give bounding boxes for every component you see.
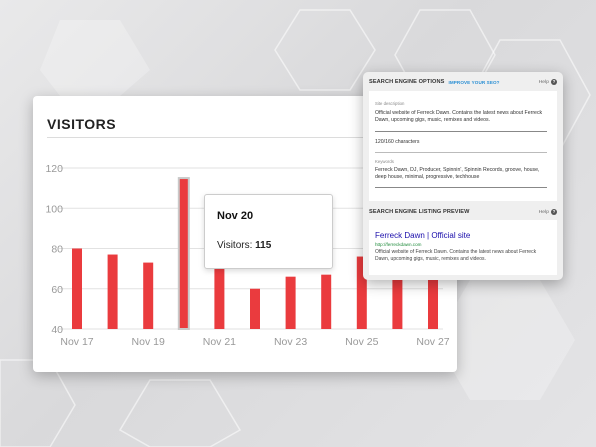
seo-panel: SEARCH ENGINE OPTIONS IMPROVE YOUR SEO? … — [363, 72, 563, 280]
x-tick-label: Nov 21 — [203, 336, 236, 348]
bar-nov-20 — [177, 177, 190, 330]
x-tick-label: Nov 19 — [132, 336, 165, 348]
description-char-count: 120/160 characters — [375, 139, 420, 145]
keywords-field-underline — [375, 187, 547, 188]
x-tick-label: Nov 17 — [60, 336, 93, 348]
serp-preview-box: Ferreck Dawn | Official site http://ferr… — [369, 220, 557, 275]
bar-nov-24 — [321, 274, 332, 329]
bar-nov-19 — [143, 262, 154, 329]
y-tick-label: 60 — [51, 284, 63, 296]
description-field-underline — [375, 131, 547, 132]
keywords-field[interactable]: Ferreck Dawn, DJ, Producer, Spinnin', Sp… — [375, 167, 549, 182]
bar-nov-17 — [72, 248, 82, 329]
y-tick-label: 40 — [51, 324, 63, 336]
tooltip-visitors-line: Visitors: 115 — [217, 240, 271, 251]
tooltip-visitors-value: 115 — [255, 240, 272, 251]
serp-result-url: http://ferreckdawn.com — [375, 242, 422, 247]
seo-preview-help[interactable]: Help ? — [539, 209, 557, 215]
bar-nov-21 — [214, 266, 225, 329]
section-divider — [375, 152, 547, 153]
chart-tooltip: Nov 20 Visitors: 115 — [204, 194, 333, 269]
bar-nov-23 — [285, 276, 296, 329]
seo-options-box: Site description Official website of Fer… — [369, 91, 557, 201]
y-tick-label: 120 — [45, 163, 63, 175]
question-circle-icon: ? — [551, 209, 557, 215]
x-tick-label: Nov 25 — [345, 336, 378, 348]
serp-result-description: Official website of Ferreck Dawn. Contai… — [375, 249, 537, 262]
y-tick-label: 100 — [45, 203, 63, 215]
site-description-field[interactable]: Official website of Ferreck Dawn. Contai… — [375, 110, 549, 125]
bar-nov-18 — [107, 254, 118, 329]
bar-nov-27 — [428, 278, 438, 329]
keywords-label: Keywords — [375, 159, 394, 164]
serp-result-title[interactable]: Ferreck Dawn | Official site — [375, 231, 470, 240]
seo-preview-header: SEARCH ENGINE LISTING PREVIEW Help ? — [369, 205, 557, 219]
seo-options-title: SEARCH ENGINE OPTIONS — [369, 79, 445, 85]
x-tick-label: Nov 23 — [274, 336, 307, 348]
help-label: Help — [538, 209, 549, 215]
x-tick-label: Nov 27 — [416, 336, 449, 348]
help-label: Help — [538, 79, 549, 85]
site-description-label: Site description — [375, 101, 405, 106]
tooltip-visitors-label: Visitors: — [217, 240, 253, 251]
tooltip-date: Nov 20 — [217, 210, 254, 222]
seo-preview-title: SEARCH ENGINE LISTING PREVIEW — [369, 209, 470, 215]
seo-options-header: SEARCH ENGINE OPTIONS IMPROVE YOUR SEO? … — [369, 75, 557, 89]
y-tick-label: 80 — [51, 244, 63, 256]
bar-nov-22 — [250, 288, 260, 329]
improve-seo-link[interactable]: IMPROVE YOUR SEO? — [448, 80, 499, 85]
question-circle-icon: ? — [551, 79, 557, 85]
seo-options-help[interactable]: Help ? — [539, 79, 557, 85]
